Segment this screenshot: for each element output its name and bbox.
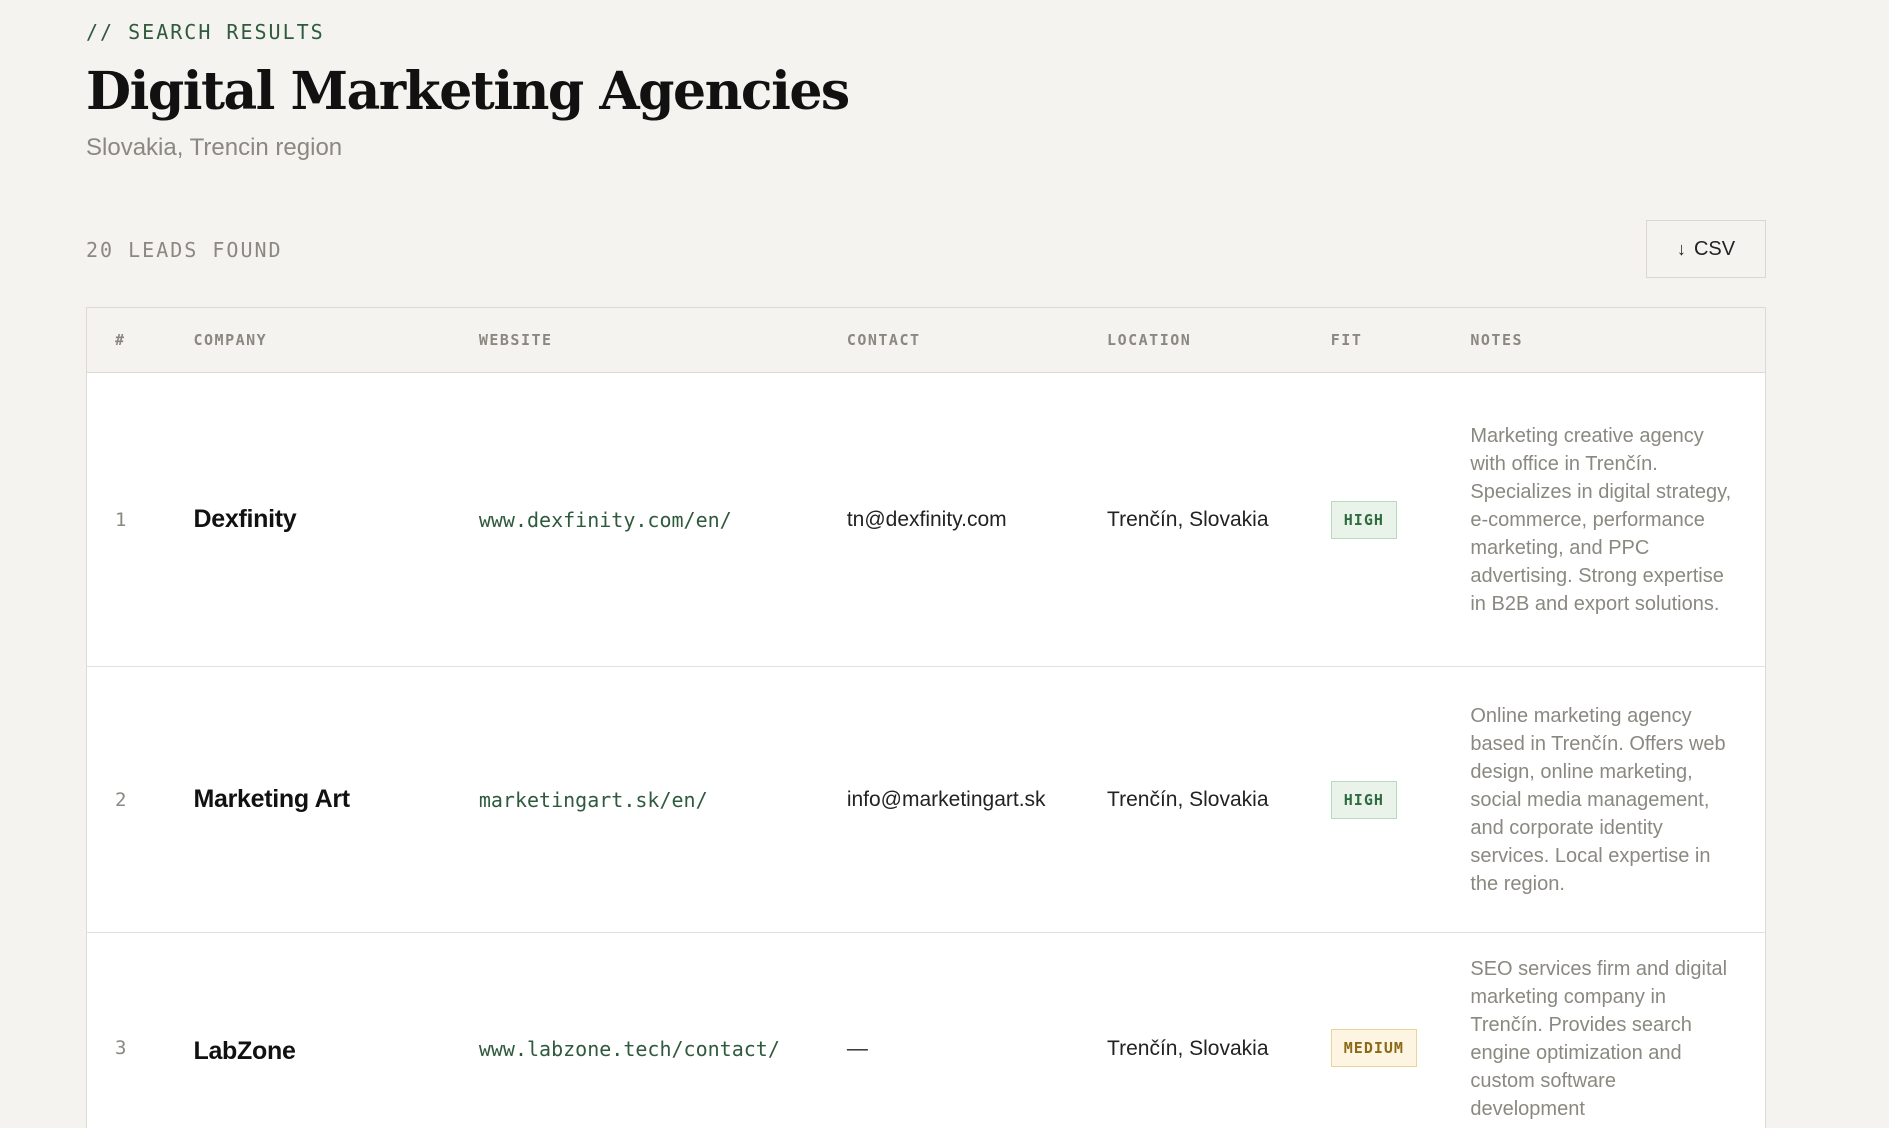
table-row[interactable]: 3 LabZone www.labzone.tech/contact/ — Tr… [86,932,1766,1128]
website-link[interactable]: www.dexfinity.com/en/ [479,508,732,532]
fit-badge: HIGH [1330,780,1397,819]
column-header-number: # [86,307,194,373]
row-number: 2 [115,788,127,811]
column-header-website: WEBSITE [478,307,847,373]
location-text: Trenčín, Slovakia [1107,507,1269,531]
fit-badge: HIGH [1330,500,1397,539]
row-number: 1 [115,508,127,531]
company-name: Dexfinity [193,505,297,533]
fit-badge: MEDIUM [1330,1029,1417,1067]
notes-text: SEO services firm and digital marketing … [1470,958,1728,1120]
contact-email[interactable]: info@marketingart.sk [847,788,1046,811]
contact-email: — [846,1037,868,1060]
download-arrow-icon: ↓ [1676,238,1686,259]
column-header-fit: FIT [1330,307,1471,373]
notes-text: Marketing creative agency with office in… [1470,424,1732,615]
csv-button-label: CSV [1693,237,1736,260]
table-header-row: # COMPANY WEBSITE CONTACT LOCATION FIT N… [86,307,1766,373]
website-link[interactable]: www.labzone.tech/contact/ [479,1037,780,1061]
location-text: Trenčín, Slovakia [1107,787,1269,811]
csv-export-button[interactable]: ↓ CSV [1646,220,1766,278]
location-text: Trenčín, Slovakia [1107,1037,1269,1060]
leads-count: 20 LEADS FOUND [86,238,283,262]
column-header-notes: NOTES [1470,307,1766,373]
contact-email[interactable]: tn@dexfinity.com [847,508,1007,531]
leads-table: # COMPANY WEBSITE CONTACT LOCATION FIT N… [86,307,1766,1128]
row-number: 3 [115,1037,127,1059]
eyebrow-label: // SEARCH RESULTS [86,20,325,44]
page-title: Digital Marketing Agencies [86,61,850,122]
column-header-contact: CONTACT [846,307,1108,373]
company-name: Marketing Art [193,785,350,813]
page-subtitle: Slovakia, Trencin region [86,134,343,161]
page: // SEARCH RESULTS Digital Marketing Agen… [86,0,1766,1128]
notes-text: Online marketing agency based in Trenčín… [1470,704,1726,895]
results-toolbar: 20 LEADS FOUND ↓ CSV [86,220,1766,280]
company-name: LabZone [193,1037,296,1065]
column-header-company: COMPANY [193,307,479,373]
table-row[interactable]: 2 Marketing Art marketingart.sk/en/ info… [86,666,1766,933]
table-row[interactable]: 1 Dexfinity www.dexfinity.com/en/ tn@dex… [86,372,1766,667]
website-link[interactable]: marketingart.sk/en/ [479,788,708,812]
column-header-location: LOCATION [1107,307,1331,373]
